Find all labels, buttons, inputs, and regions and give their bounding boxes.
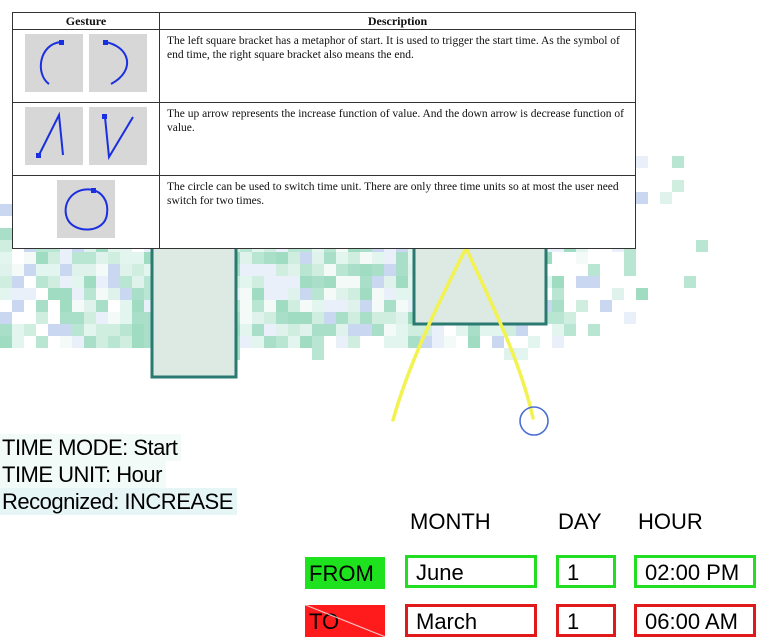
down-arrow-icon — [89, 107, 147, 165]
time-unit-status: TIME UNIT: Hour — [0, 461, 166, 488]
drawn-box-left — [150, 234, 238, 379]
from-label: FROM — [305, 557, 385, 589]
recognized-gesture-status: Recognized: INCREASE — [0, 488, 237, 515]
circle-icon — [57, 180, 115, 238]
from-month-field[interactable]: June — [405, 555, 537, 588]
day-column-header: DAY — [558, 509, 602, 534]
table-row: The left square bracket has a metaphor o… — [12, 29, 636, 103]
to-month-field[interactable]: March — [405, 604, 537, 637]
cursor-circle — [519, 406, 549, 436]
month-column-header: MONTH — [410, 509, 491, 534]
gesture-column-header: Gesture — [12, 12, 160, 30]
gesture-cell — [12, 29, 160, 103]
table-row: The up arrow represents the increase fun… — [12, 102, 636, 176]
gesture-table: Gesture Description The left square brac… — [12, 12, 636, 249]
up-arrow-icon — [25, 107, 83, 165]
to-hour-field[interactable]: 06:00 AM — [634, 604, 756, 637]
hour-column-header: HOUR — [638, 509, 703, 534]
to-day-field[interactable]: 1 — [556, 604, 616, 637]
description-column-header: Description — [159, 12, 636, 30]
from-day-field[interactable]: 1 — [556, 555, 616, 588]
gesture-description: The circle can be used to switch time un… — [159, 175, 636, 249]
gesture-description: The up arrow represents the increase fun… — [159, 102, 636, 176]
table-row: The circle can be used to switch time un… — [12, 175, 636, 249]
gesture-cell — [12, 175, 160, 249]
from-hour-field[interactable]: 02:00 PM — [634, 555, 756, 588]
time-mode-status: TIME MODE: Start — [0, 434, 182, 461]
gesture-cell — [12, 102, 160, 176]
left-square-bracket-icon — [25, 34, 83, 92]
right-square-bracket-icon — [89, 34, 147, 92]
gesture-description: The left square bracket has a metaphor o… — [159, 29, 636, 103]
to-label: TO — [305, 605, 385, 637]
